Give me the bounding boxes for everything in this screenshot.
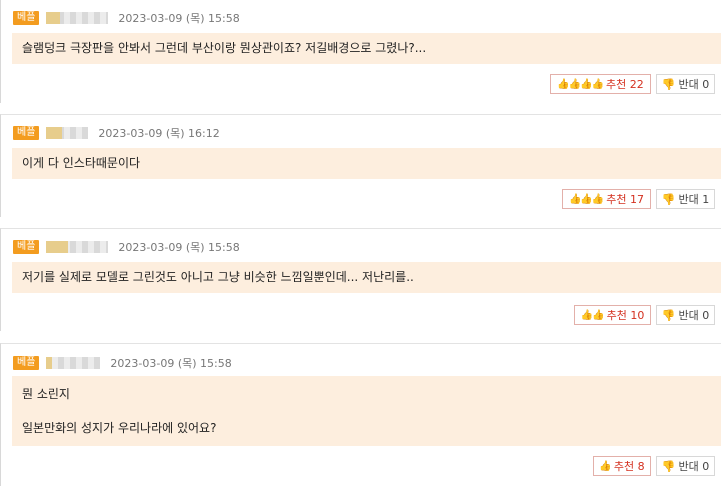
- upvote-button[interactable]: 👍👍👍 추천 17: [562, 189, 651, 209]
- comment-text-line: [22, 402, 711, 420]
- downvote-label: 반대: [678, 193, 699, 206]
- comment-date: 2023-03-09 (목) 15:58: [110, 357, 232, 370]
- downvote-count: 0: [702, 459, 710, 473]
- comment-body: 저기를 실제로 모델로 그린것도 아니고 그냥 비슷한 느낌일뿐인데... 저난…: [12, 262, 721, 293]
- upvote-button[interactable]: 👍👍 추천 10: [574, 305, 651, 325]
- comment-text: 저기를 실제로 모델로 그린것도 아니고 그냥 비슷한 느낌일뿐인데... 저난…: [22, 270, 414, 284]
- comment-item: 베플 2023-03-09 (목) 15:58 슬램덩크 극장판을 안봐서 그런…: [0, 0, 721, 103]
- comment-text: 이게 다 인스타때문이다: [22, 156, 141, 170]
- best-badge: 베플: [13, 126, 40, 140]
- upvote-button[interactable]: 👍 추천 8: [593, 456, 651, 476]
- author-nickname-blurred[interactable]: [46, 127, 89, 139]
- author-nickname-blurred[interactable]: [46, 241, 109, 253]
- upvote-count: 17: [630, 192, 645, 206]
- comment-body: 뭔 소린지 일본만화의 성지가 우리나라에 있어요?: [12, 376, 721, 446]
- comment-body: 이게 다 인스타때문이다: [12, 148, 721, 179]
- upvote-button[interactable]: 👍👍👍👍 추천 22: [550, 74, 651, 94]
- author-nickname-blurred[interactable]: [46, 357, 101, 369]
- comment-date: 2023-03-09 (목) 15:58: [118, 241, 240, 254]
- upvote-label: 추천: [613, 460, 635, 473]
- comment-body: 슬램덩크 극장판을 안봐서 그런데 부산이랑 뭔상관이죠? 저길배경으로 그렸나…: [12, 33, 721, 64]
- downvote-label: 반대: [678, 309, 699, 322]
- thumbs-up-icon: 👍👍👍: [568, 193, 604, 205]
- comment-item: 베플 2023-03-09 (목) 16:12 이게 다 인스타때문이다 👍👍👍…: [0, 114, 721, 217]
- best-badge: 베플: [13, 356, 40, 370]
- author-nickname-blurred[interactable]: [46, 12, 109, 24]
- comment-item: 베플 2023-03-09 (목) 15:58 뭔 소린지 일본만화의 성지가 …: [0, 343, 721, 486]
- downvote-label: 반대: [678, 78, 699, 91]
- upvote-count: 8: [637, 459, 645, 473]
- comment-date: 2023-03-09 (목) 15:58: [118, 12, 240, 25]
- thumbs-down-icon: 👎: [661, 77, 676, 91]
- comment-text-line: 일본만화의 성지가 우리나라에 있어요?: [22, 421, 217, 435]
- comment-meta: 베플 2023-03-09 (목) 15:58: [13, 240, 240, 254]
- upvote-label: 추천: [606, 193, 627, 206]
- best-badge: 베플: [13, 11, 40, 25]
- upvote-count: 22: [629, 77, 644, 91]
- thumbs-up-icon: 👍👍👍👍: [557, 78, 604, 90]
- best-badge: 베플: [13, 240, 40, 254]
- downvote-button[interactable]: 👎 반대 0: [656, 305, 715, 325]
- upvote-count: 10: [630, 308, 645, 322]
- downvote-button[interactable]: 👎 반대 1: [656, 189, 715, 209]
- downvote-label: 반대: [678, 460, 699, 473]
- comment-text-line: 뭔 소린지: [22, 387, 70, 401]
- downvote-count: 0: [702, 308, 710, 322]
- comment-meta: 베플 2023-03-09 (목) 16:12: [13, 126, 220, 140]
- downvote-count: 1: [702, 192, 710, 206]
- downvote-button[interactable]: 👎 반대 0: [656, 74, 715, 94]
- thumbs-up-icon: 👍👍: [580, 309, 605, 321]
- thumbs-up-icon: 👍: [599, 460, 611, 472]
- comment-item: 베플 2023-03-09 (목) 15:58 저기를 실제로 모델로 그린것도…: [0, 228, 721, 331]
- thumbs-down-icon: 👎: [661, 308, 676, 322]
- comment-date: 2023-03-09 (목) 16:12: [98, 127, 220, 140]
- thumbs-down-icon: 👎: [661, 192, 676, 206]
- comment-meta: 베플 2023-03-09 (목) 15:58: [13, 11, 240, 25]
- upvote-label: 추천: [606, 309, 627, 322]
- comment-meta: 베플 2023-03-09 (목) 15:58: [13, 356, 232, 370]
- downvote-button[interactable]: 👎 반대 0: [656, 456, 715, 476]
- upvote-label: 추천: [606, 78, 627, 91]
- thumbs-down-icon: 👎: [661, 459, 676, 473]
- downvote-count: 0: [702, 77, 710, 91]
- comment-text: 슬램덩크 극장판을 안봐서 그런데 부산이랑 뭔상관이죠? 저길배경으로 그렸나…: [22, 41, 427, 55]
